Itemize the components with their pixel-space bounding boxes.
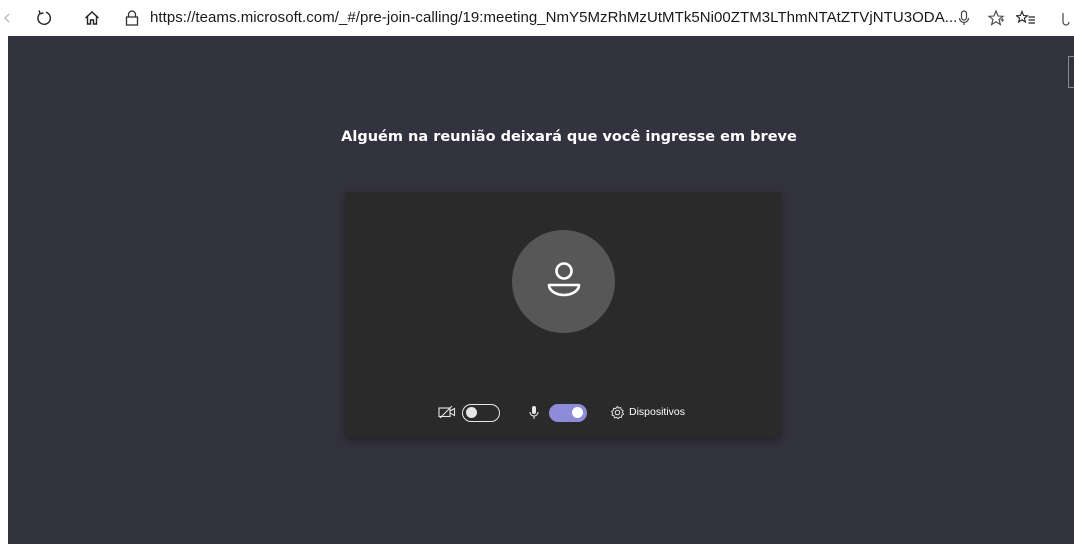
address-bar-url[interactable]: https://teams.microsoft.com/_#/pre-join-… — [150, 9, 957, 26]
home-icon[interactable] — [80, 6, 104, 30]
favorite-star-icon[interactable] — [984, 6, 1008, 30]
browser-toolbar: https://teams.microsoft.com/_#/pre-join-… — [0, 0, 1074, 36]
video-preview-card: Dispositivos — [345, 192, 781, 437]
favorites-list-icon[interactable] — [1014, 6, 1038, 30]
lock-icon[interactable] — [120, 6, 144, 30]
refresh-icon[interactable] — [32, 6, 56, 30]
back-icon[interactable] — [0, 6, 14, 30]
devices-button[interactable]: Dispositivos — [629, 406, 685, 418]
side-panel-edge — [1068, 56, 1074, 88]
avatar — [512, 230, 615, 333]
camera-toggle-knob — [466, 407, 477, 418]
camera-toggle[interactable] — [462, 404, 500, 422]
person-icon — [547, 261, 580, 296]
device-controls: Dispositivos — [345, 398, 781, 428]
teams-prejoin-screen: Alguém na reunião deixará que você ingre… — [8, 36, 1074, 544]
gear-icon[interactable] — [609, 404, 625, 420]
microphone-icon[interactable] — [952, 6, 976, 30]
microphone-toggle-knob — [572, 407, 583, 418]
camera-off-icon — [438, 404, 456, 420]
waiting-lobby-message: Alguém na reunião deixará que você ingre… — [341, 129, 797, 145]
microphone-toggle[interactable] — [549, 404, 587, 422]
collections-icon[interactable] — [1058, 6, 1074, 30]
microphone-icon — [528, 404, 540, 420]
